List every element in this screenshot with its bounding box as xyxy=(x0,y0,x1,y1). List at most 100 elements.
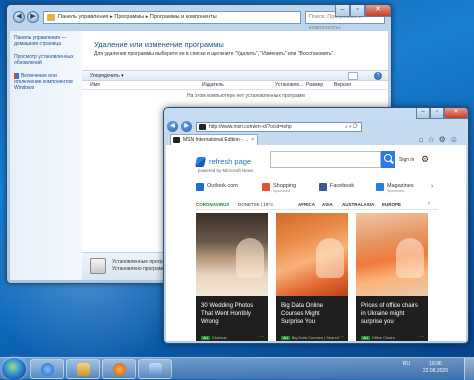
quick-link-magazines[interactable]: Magazines Sponsored xyxy=(376,183,414,193)
sponsored-label: Sponsored xyxy=(273,189,290,193)
command-bar: Упорядочить ▾ ? xyxy=(82,70,388,81)
shopping-icon xyxy=(262,183,270,191)
taskbar-ie-button[interactable] xyxy=(30,359,64,379)
more-options-icon[interactable]: ··· xyxy=(419,334,424,340)
close-button[interactable]: ✕ xyxy=(365,5,391,17)
card-image xyxy=(276,213,348,296)
control-panel-icon xyxy=(149,363,162,376)
smiley-icon[interactable]: ☺ xyxy=(450,135,462,144)
news-card[interactable]: Prices of office chairs in Ukraine might… xyxy=(356,213,428,341)
back-button[interactable]: ◀ xyxy=(13,11,25,23)
clock-date: 22.08.2020 xyxy=(422,368,448,374)
browser-forward-button[interactable]: ▶ xyxy=(181,121,192,132)
card-title: Prices of office chairs in Ukraine might… xyxy=(361,303,418,325)
sidebar-link-features[interactable]: Включение или отключение компонентов Win… xyxy=(14,73,78,91)
topic-asia[interactable]: ASIA xyxy=(322,202,333,207)
topic-coronavirus[interactable]: CORONAVIRUS xyxy=(196,202,229,207)
ad-badge: Ad xyxy=(281,336,290,340)
browser-maximize-button[interactable]: ▫ xyxy=(430,108,444,119)
page-title: Удаление или изменение программы xyxy=(94,40,224,49)
more-options-icon[interactable]: ··· xyxy=(339,334,344,340)
clock[interactable]: 10:36 22.08.2020 xyxy=(423,361,448,375)
breadcrumb-1[interactable]: Панель управления xyxy=(58,14,109,20)
breadcrumb-2[interactable]: Программы xyxy=(114,14,144,20)
minimize-button[interactable]: – xyxy=(335,5,350,17)
facebook-icon xyxy=(319,183,327,191)
card-caption: 30 Wedding Photos That Went Horribly Wro… xyxy=(196,296,268,341)
show-desktop-button[interactable] xyxy=(464,358,474,380)
weather-widget[interactable]: DONETSK | 19°C xyxy=(238,202,273,207)
topic-africa[interactable]: AFRICA xyxy=(298,202,315,207)
maximize-button[interactable]: ▫ xyxy=(350,5,365,17)
msn-butterfly-icon xyxy=(194,157,207,167)
quick-link-facebook[interactable]: Facebook xyxy=(319,183,354,191)
taskbar: RU 10:36 22.08.2020 xyxy=(0,357,474,380)
column-name[interactable]: Имя xyxy=(90,82,100,88)
media-player-icon xyxy=(113,363,126,376)
sign-in-link[interactable]: Sign in xyxy=(399,157,414,163)
tab-close-icon[interactable]: × xyxy=(251,135,254,145)
card-image xyxy=(356,213,428,296)
start-button[interactable] xyxy=(2,358,26,380)
help-icon[interactable]: ? xyxy=(374,72,382,80)
tools-gear-icon[interactable]: ⚙ xyxy=(439,135,450,144)
quick-link-label: Outlook.com xyxy=(207,183,238,189)
more-options-icon[interactable]: ··· xyxy=(259,334,264,340)
column-size[interactable]: Размер xyxy=(306,82,323,88)
taskbar-control-panel-button[interactable] xyxy=(138,359,172,379)
ad-badge: Ad xyxy=(361,336,370,340)
control-panel-titlebar: ◀ ▶ Панель управления ▸ Программы ▸ Прог… xyxy=(7,5,391,31)
address-bar[interactable]: Панель управления ▸ Программы ▸ Программ… xyxy=(43,11,301,24)
chevron-right-icon[interactable]: › xyxy=(431,183,433,190)
internet-explorer-icon xyxy=(41,363,54,376)
card-source: Glorious xyxy=(211,335,227,340)
view-options-button[interactable] xyxy=(348,72,358,80)
msn-search-icon[interactable] xyxy=(381,151,395,168)
programs-icon xyxy=(90,258,106,274)
folder-icon xyxy=(47,14,55,21)
column-version[interactable]: Версия xyxy=(334,82,351,88)
topic-australasia[interactable]: AUSTRALASIA xyxy=(342,202,374,207)
msn-logo-text: refresh page xyxy=(209,157,252,166)
favorites-icon[interactable]: ☆ xyxy=(427,135,438,144)
topics-next-icon[interactable]: › xyxy=(428,201,430,207)
breadcrumb-3[interactable]: Программы и компоненты xyxy=(150,14,217,20)
outlook-icon xyxy=(196,183,204,191)
news-cards: 30 Wedding Photos That Went Horribly Wro… xyxy=(196,213,434,341)
url-bar[interactable]: http://www.msn.com/en-xl/?ocid=iehp ⌕ ▾ … xyxy=(196,122,362,132)
clock-time: 10:36 xyxy=(429,361,442,367)
window-controls: – ▫ ✕ xyxy=(335,5,391,17)
taskbar-explorer-button[interactable] xyxy=(66,359,100,379)
browser-close-button[interactable]: ✕ xyxy=(444,108,468,119)
sidebar-link-home[interactable]: Панель управления — домашняя страница xyxy=(14,35,78,47)
card-source: Office Chairs xyxy=(371,335,395,340)
card-source: Big Data Courses | Search xyxy=(291,335,339,340)
column-publisher[interactable]: Издатель xyxy=(202,82,224,88)
refresh-icon[interactable]: ⌕ ▾ ⟳ xyxy=(345,123,358,131)
column-headers: Имя Издатель Установле... Размер Версия xyxy=(82,81,388,90)
tab-title: MSN International Edition - ... xyxy=(183,137,249,143)
browser-tab[interactable]: MSN International Edition - ... × xyxy=(170,134,258,145)
quick-links: Outlook.com Shopping Sponsored Facebook … xyxy=(196,183,438,197)
language-indicator[interactable]: RU xyxy=(403,361,410,367)
forward-button[interactable]: ▶ xyxy=(27,11,39,23)
sidebar-link-updates[interactable]: Просмотр установленных обновлений xyxy=(14,54,78,66)
taskbar-media-button[interactable] xyxy=(102,359,136,379)
quick-link-outlook[interactable]: Outlook.com xyxy=(196,183,238,191)
card-image xyxy=(196,213,268,296)
url-text[interactable]: http://www.msn.com/en-xl/?ocid=iehp xyxy=(209,124,292,130)
card-title: Big Data Online Courses Might Surprise Y… xyxy=(281,303,324,325)
settings-gear-icon[interactable]: ⚙ xyxy=(421,155,429,164)
news-card[interactable]: 30 Wedding Photos That Went Horribly Wro… xyxy=(196,213,268,341)
topic-europe[interactable]: EUROPE xyxy=(382,202,401,207)
msn-favicon xyxy=(199,124,206,130)
column-installed[interactable]: Установле... xyxy=(275,82,303,88)
browser-minimize-button[interactable]: – xyxy=(416,108,430,119)
browser-back-button[interactable]: ◀ xyxy=(167,121,178,132)
news-card[interactable]: Big Data Online Courses Might Surprise Y… xyxy=(276,213,348,341)
task-pane: Панель управления — домашняя страница Пр… xyxy=(10,31,82,280)
msn-search-input[interactable] xyxy=(270,151,381,168)
quick-link-shopping[interactable]: Shopping Sponsored xyxy=(262,183,296,193)
organize-menu[interactable]: Упорядочить ▾ xyxy=(90,73,124,79)
msn-page: refresh page powered by Microsoft News S… xyxy=(166,145,466,341)
